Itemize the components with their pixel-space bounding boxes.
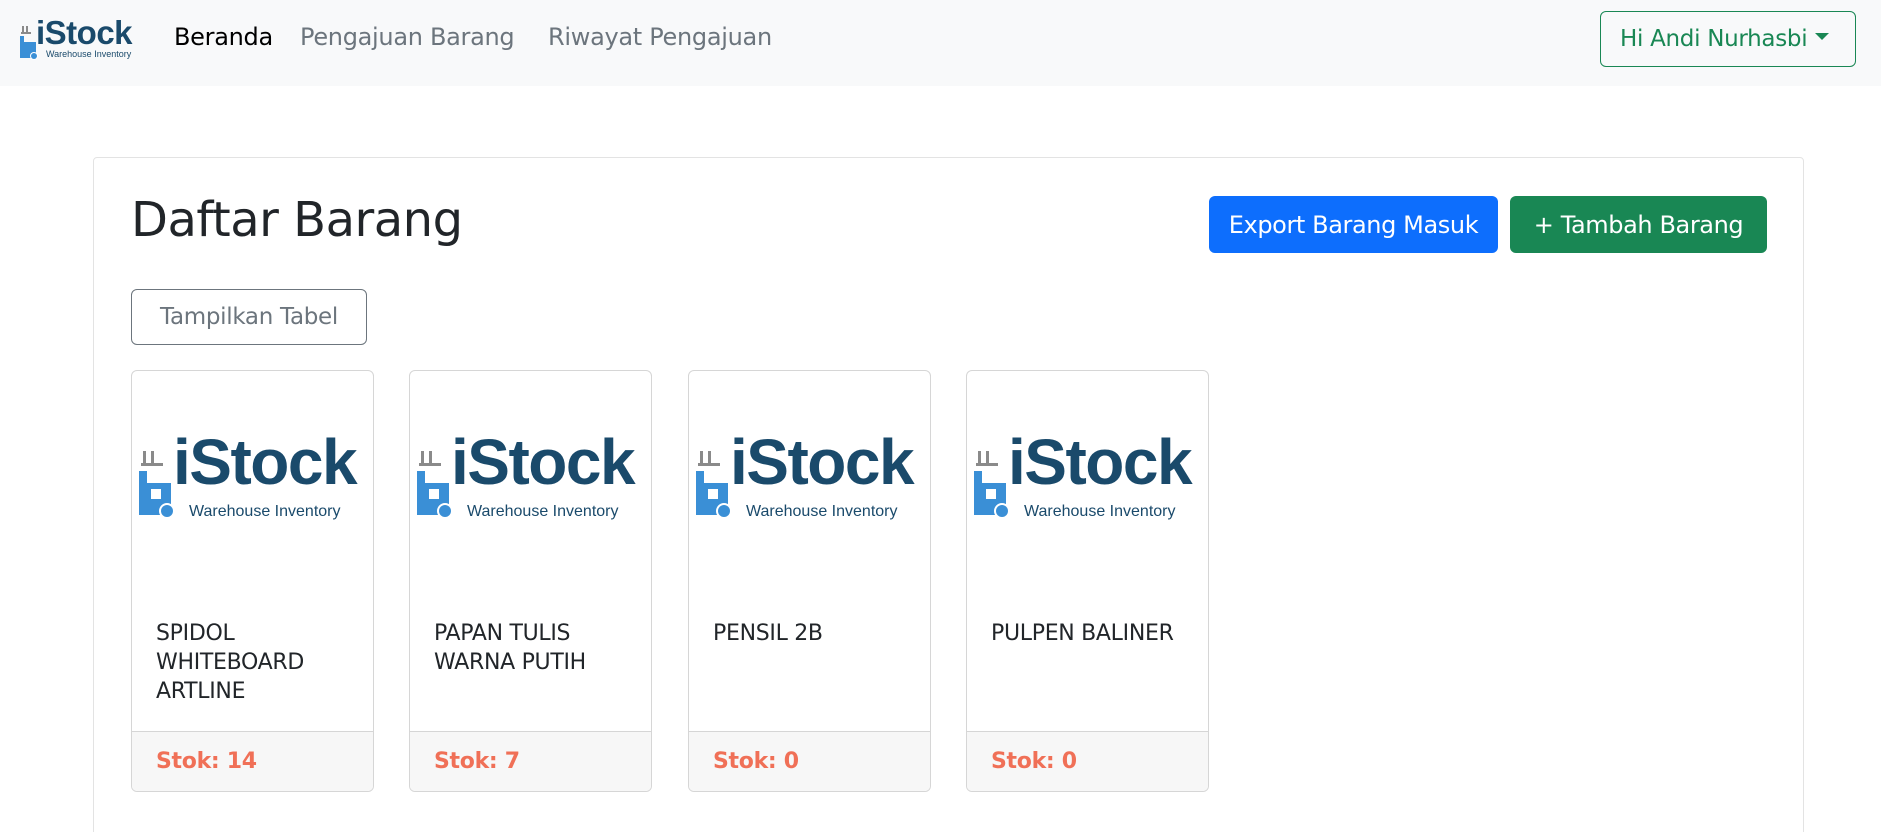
brand-name: iStock: [36, 14, 133, 51]
item-name: SPIDOL WHITEBOARD ARTLINE: [156, 621, 305, 704]
logo-wordmark: iStock: [173, 426, 358, 498]
forklift-icon: [417, 451, 453, 519]
caret-down-icon: [1815, 32, 1830, 40]
nav-link-beranda[interactable]: Beranda: [174, 23, 273, 51]
item-footer: Stok: 7: [410, 731, 651, 791]
logo-subtitle: Warehouse Inventory: [746, 503, 898, 520]
tampilkan-tabel-button[interactable]: Tampilkan Tabel: [131, 289, 367, 345]
item-card[interactable]: iStock Warehouse Inventory PULPEN BALINE…: [966, 370, 1209, 792]
item-image: iStock Warehouse Inventory: [139, 426, 367, 521]
item-card[interactable]: iStock Warehouse Inventory PENSIL 2B Sto…: [688, 370, 931, 792]
item-stock: Stok: 0: [713, 749, 799, 774]
nav-link-pengajuan-barang[interactable]: Pengajuan Barang: [300, 23, 515, 51]
item-stock: Stok: 14: [156, 749, 257, 774]
user-menu-button[interactable]: Hi Andi Nurhasbi: [1600, 11, 1856, 67]
forklift-icon: [139, 451, 175, 519]
logo-wordmark: iStock: [1008, 426, 1193, 498]
logo-subtitle: Warehouse Inventory: [189, 503, 341, 520]
logo-subtitle: Warehouse Inventory: [1024, 503, 1176, 520]
item-name: PAPAN TULIS WARNA PUTIH: [434, 621, 586, 675]
item-image: iStock Warehouse Inventory: [417, 426, 645, 521]
item-card[interactable]: iStock Warehouse Inventory PAPAN TULIS W…: [409, 370, 652, 792]
nav-link-riwayat-pengajuan[interactable]: Riwayat Pengajuan: [548, 23, 772, 51]
page-title: Daftar Barang: [131, 192, 463, 248]
item-image: iStock Warehouse Inventory: [974, 426, 1202, 521]
item-footer: Stok: 0: [967, 731, 1208, 791]
item-image: iStock Warehouse Inventory: [696, 426, 924, 521]
export-barang-masuk-button[interactable]: Export Barang Masuk: [1209, 196, 1498, 253]
item-name: PENSIL 2B: [713, 621, 823, 646]
forklift-icon: [974, 451, 1010, 519]
item-footer: Stok: 14: [132, 731, 373, 791]
logo-wordmark: iStock: [451, 426, 636, 498]
item-name: PULPEN BALINER: [991, 621, 1174, 646]
brand-logo[interactable]: iStock Warehouse Inventory: [20, 14, 138, 62]
top-navbar: iStock Warehouse Inventory Beranda Penga…: [0, 0, 1881, 86]
item-card[interactable]: iStock Warehouse Inventory SPIDOL WHITEB…: [131, 370, 374, 792]
user-menu-label: Hi Andi Nurhasbi: [1620, 26, 1808, 52]
forklift-icon: [696, 451, 732, 519]
brand-subtitle: Warehouse Inventory: [46, 49, 132, 59]
logo-subtitle: Warehouse Inventory: [467, 503, 619, 520]
item-stock: Stok: 0: [991, 749, 1077, 774]
item-footer: Stok: 0: [689, 731, 930, 791]
item-stock: Stok: 7: [434, 749, 520, 774]
tambah-barang-button[interactable]: + Tambah Barang: [1510, 196, 1767, 253]
logo-wordmark: iStock: [730, 426, 915, 498]
